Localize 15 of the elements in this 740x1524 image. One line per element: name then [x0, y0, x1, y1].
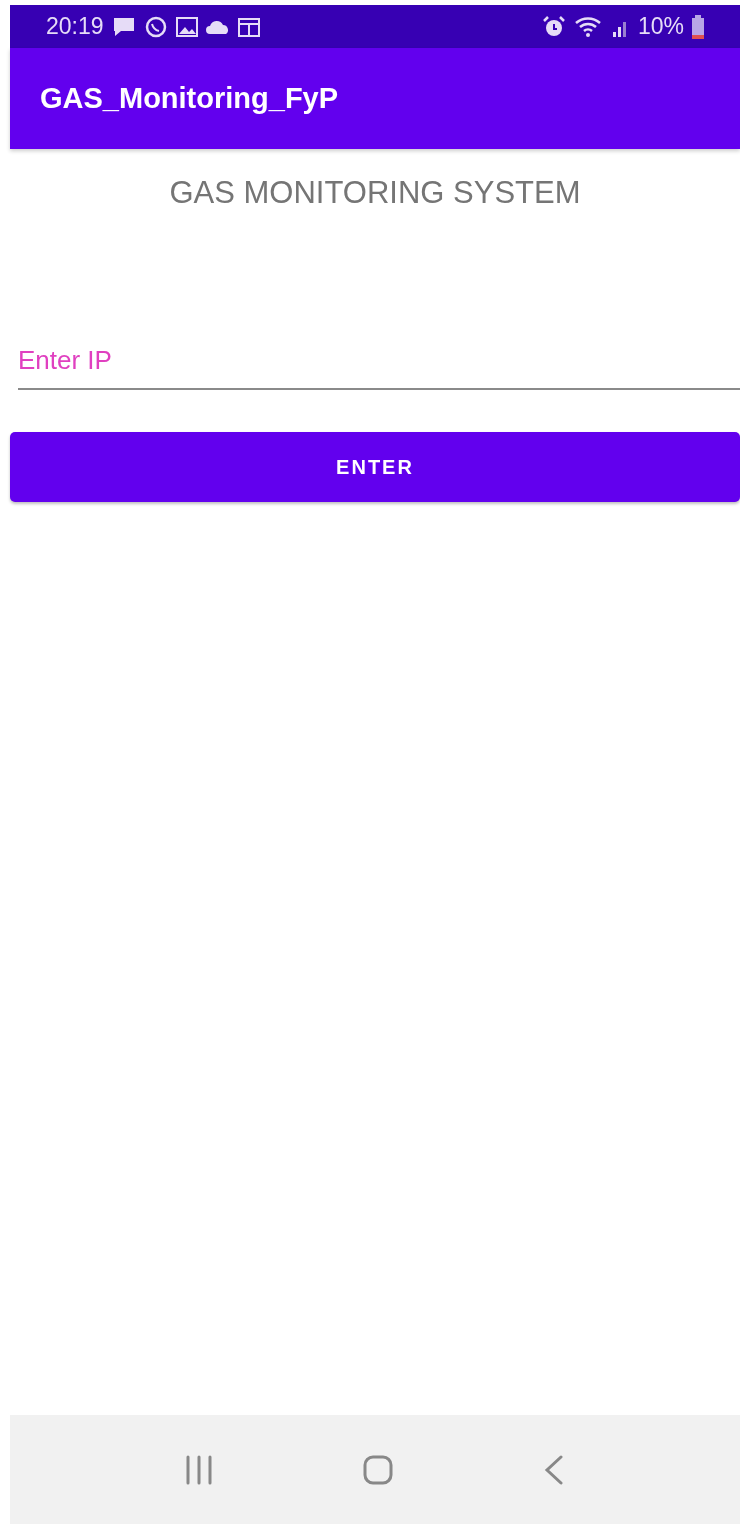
- cloud-icon: [205, 18, 230, 35]
- app-title: GAS_Monitoring_FyP: [40, 82, 339, 115]
- recent-apps-icon[interactable]: [184, 1454, 213, 1485]
- home-icon[interactable]: [362, 1453, 394, 1486]
- chat-bubble-icon: [143, 14, 168, 39]
- status-time: 20:19: [46, 13, 104, 40]
- calendar-icon: [237, 16, 260, 37]
- page-heading: GAS MONITORING SYSTEM: [169, 175, 581, 211]
- image-icon: [175, 16, 198, 37]
- alarm-icon: [541, 14, 566, 39]
- ip-input-field[interactable]: Enter IP: [18, 341, 740, 390]
- message-icon: [111, 15, 136, 38]
- battery-percent: 10%: [637, 13, 684, 40]
- enter-button[interactable]: ENTER: [10, 432, 740, 502]
- battery-icon: [692, 14, 704, 39]
